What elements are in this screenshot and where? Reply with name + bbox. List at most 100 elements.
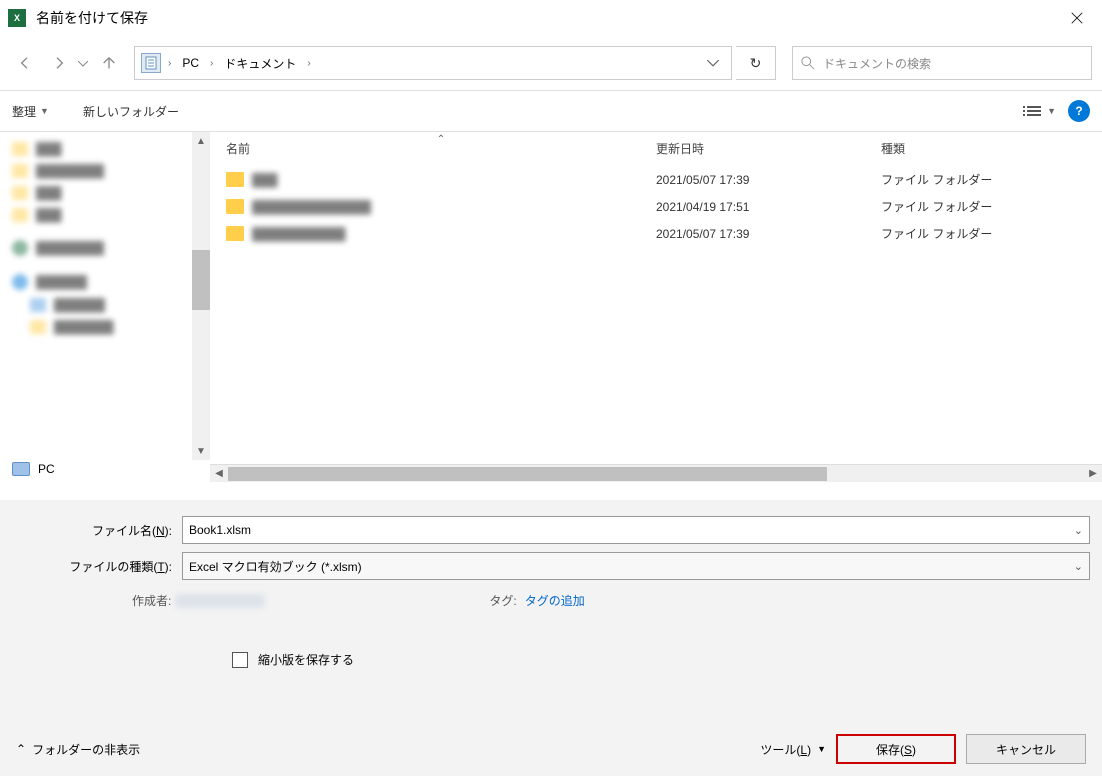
footer: ⌃ フォルダーの非表示 ツール(L) ▼ 保存(S) キャンセル xyxy=(0,734,1102,764)
hide-folders-label: フォルダーの非表示 xyxy=(32,741,140,758)
chevron-down-icon: ▼ xyxy=(40,106,49,116)
tools-dropdown[interactable]: ツール(L) ▼ xyxy=(760,741,826,758)
scroll-right-arrow[interactable]: ▶ xyxy=(1084,468,1102,479)
tools-label: ツール(L) xyxy=(760,741,811,758)
sidebar-item[interactable]: ████████ xyxy=(0,160,210,182)
search-input[interactable]: ドキュメントの検索 xyxy=(792,46,1092,80)
list-row[interactable]: ██████████████ 2021/04/19 17:51 ファイル フォル… xyxy=(210,193,1102,220)
list-row[interactable]: ███████████ 2021/05/07 17:39 ファイル フォルダー xyxy=(210,220,1102,247)
list-header: ⌃ 名前 更新日時 種類 xyxy=(210,132,1102,166)
file-list: ⌃ 名前 更新日時 種類 ███ 2021/05/07 17:39 ファイル フ… xyxy=(210,132,1102,482)
sidebar-item[interactable]: ██████ xyxy=(0,270,210,294)
sidebar-item[interactable]: ███ xyxy=(0,182,210,204)
save-thumbnail-label: 縮小版を保存する xyxy=(258,651,354,668)
row-date: 2021/05/07 17:39 xyxy=(656,173,881,187)
sidebar: ███ ████████ ███ ███ ████████ ██████ ███… xyxy=(0,132,210,482)
thumbnail-row: 縮小版を保存する xyxy=(12,651,1090,668)
chevron-down-icon: ▼ xyxy=(817,744,826,754)
new-folder-button[interactable]: 新しいフォルダー xyxy=(83,103,179,120)
cancel-button[interactable]: キャンセル xyxy=(966,734,1086,764)
sidebar-item[interactable]: ████████ xyxy=(0,236,210,260)
chevron-down-icon: ▼ xyxy=(1047,106,1056,116)
row-date: 2021/04/19 17:51 xyxy=(656,200,881,214)
hide-folders-button[interactable]: ⌃ フォルダーの非表示 xyxy=(16,741,140,758)
scroll-track[interactable] xyxy=(228,467,1084,481)
filetype-label: ファイルの種類(T): xyxy=(12,558,182,575)
view-options-button[interactable]: ▼ xyxy=(1023,106,1056,116)
folder-icon xyxy=(226,199,244,214)
folder-icon xyxy=(226,172,244,187)
titlebar: 名前を付けて保存 xyxy=(0,0,1102,36)
filename-value: Book1.xlsm xyxy=(189,523,251,537)
cancel-label: キャンセル xyxy=(996,741,1056,758)
filename-label: ファイル名(N): xyxy=(12,522,182,539)
chevron-down-icon[interactable]: ⌄ xyxy=(1074,560,1083,573)
search-icon xyxy=(801,56,815,70)
help-button[interactable]: ? xyxy=(1068,100,1090,122)
sidebar-pc-label: PC xyxy=(38,462,55,476)
save-button[interactable]: 保存(S) xyxy=(836,734,956,764)
save-label: 保存(S) xyxy=(876,741,916,758)
scroll-left-arrow[interactable]: ◀ xyxy=(210,468,228,479)
horizontal-scrollbar[interactable]: ◀ ▶ xyxy=(210,464,1102,482)
row-date: 2021/05/07 17:39 xyxy=(656,227,881,241)
filetype-row: ファイルの種類(T): Excel マクロ有効ブック (*.xlsm) ⌄ xyxy=(12,552,1090,580)
filetype-value: Excel マクロ有効ブック (*.xlsm) xyxy=(189,558,362,575)
refresh-button[interactable]: ↻ xyxy=(736,46,776,80)
navbar: › PC › ドキュメント › ↻ ドキュメントの検索 xyxy=(0,36,1102,90)
body-area: ███ ████████ ███ ███ ████████ ██████ ███… xyxy=(0,132,1102,482)
tags-label: タグ: xyxy=(489,592,516,609)
breadcrumb-documents[interactable]: ドキュメント xyxy=(220,53,300,74)
sidebar-item[interactable]: ██████ xyxy=(0,294,210,316)
nav-history-dropdown[interactable] xyxy=(78,56,90,70)
excel-icon xyxy=(8,9,26,27)
sidebar-item[interactable]: ███ xyxy=(0,138,210,160)
nav-up-button[interactable] xyxy=(94,48,124,78)
column-name-label: 名前 xyxy=(226,142,250,156)
author-value xyxy=(175,594,265,608)
breadcrumb-expand[interactable] xyxy=(701,56,725,70)
breadcrumb-pc[interactable]: PC xyxy=(178,54,203,72)
pc-icon xyxy=(12,462,30,476)
chevron-right-icon[interactable]: › xyxy=(164,58,175,69)
new-folder-label: 新しいフォルダー xyxy=(83,103,179,120)
scroll-down-arrow[interactable]: ▼ xyxy=(192,442,210,460)
sidebar-item-pc[interactable]: PC xyxy=(0,456,210,482)
column-modified[interactable]: 更新日時 xyxy=(656,140,881,157)
sidebar-scrollbar[interactable]: ▲ ▼ xyxy=(192,132,210,460)
toolbar: 整理 ▼ 新しいフォルダー ▼ ? xyxy=(0,90,1102,132)
row-name: ███████████ xyxy=(252,227,656,241)
list-row[interactable]: ███ 2021/05/07 17:39 ファイル フォルダー xyxy=(210,166,1102,193)
scroll-thumb[interactable] xyxy=(228,467,827,481)
filename-row: ファイル名(N): Book1.xlsm ⌄ xyxy=(12,516,1090,544)
breadcrumb[interactable]: › PC › ドキュメント › xyxy=(134,46,732,80)
chevron-down-icon[interactable]: ⌄ xyxy=(1074,524,1083,537)
bottom-panel: ファイル名(N): Book1.xlsm ⌄ ファイルの種類(T): Excel… xyxy=(0,500,1102,776)
scroll-up-arrow[interactable]: ▲ xyxy=(192,132,210,150)
nav-forward-button[interactable] xyxy=(44,48,74,78)
sidebar-item[interactable]: ███████ xyxy=(0,316,210,338)
column-type[interactable]: 種類 xyxy=(881,140,1086,157)
chevron-right-icon[interactable]: › xyxy=(206,58,217,69)
search-placeholder: ドキュメントの検索 xyxy=(823,55,931,72)
filetype-select[interactable]: Excel マクロ有効ブック (*.xlsm) ⌄ xyxy=(182,552,1090,580)
row-type: ファイル フォルダー xyxy=(881,171,1086,188)
filename-input[interactable]: Book1.xlsm ⌄ xyxy=(182,516,1090,544)
titlebar-left: 名前を付けて保存 xyxy=(8,8,148,28)
add-tags-link[interactable]: タグの追加 xyxy=(525,592,585,609)
meta-row: 作成者: タグ: タグの追加 xyxy=(12,592,1090,609)
close-button[interactable] xyxy=(1052,0,1102,36)
breadcrumb-root-icon[interactable] xyxy=(141,53,161,73)
author-label: 作成者: xyxy=(132,592,171,609)
sidebar-item[interactable]: ███ xyxy=(0,204,210,226)
save-thumbnail-checkbox[interactable] xyxy=(232,652,248,668)
folder-icon xyxy=(226,226,244,241)
chevron-right-icon[interactable]: › xyxy=(303,58,314,69)
row-name: ███ xyxy=(252,173,656,187)
organize-menu[interactable]: 整理 ▼ xyxy=(12,103,49,120)
scroll-thumb[interactable] xyxy=(192,250,210,310)
nav-back-button[interactable] xyxy=(10,48,40,78)
row-type: ファイル フォルダー xyxy=(881,225,1086,242)
row-type: ファイル フォルダー xyxy=(881,198,1086,215)
column-name[interactable]: ⌃ 名前 xyxy=(226,140,656,157)
